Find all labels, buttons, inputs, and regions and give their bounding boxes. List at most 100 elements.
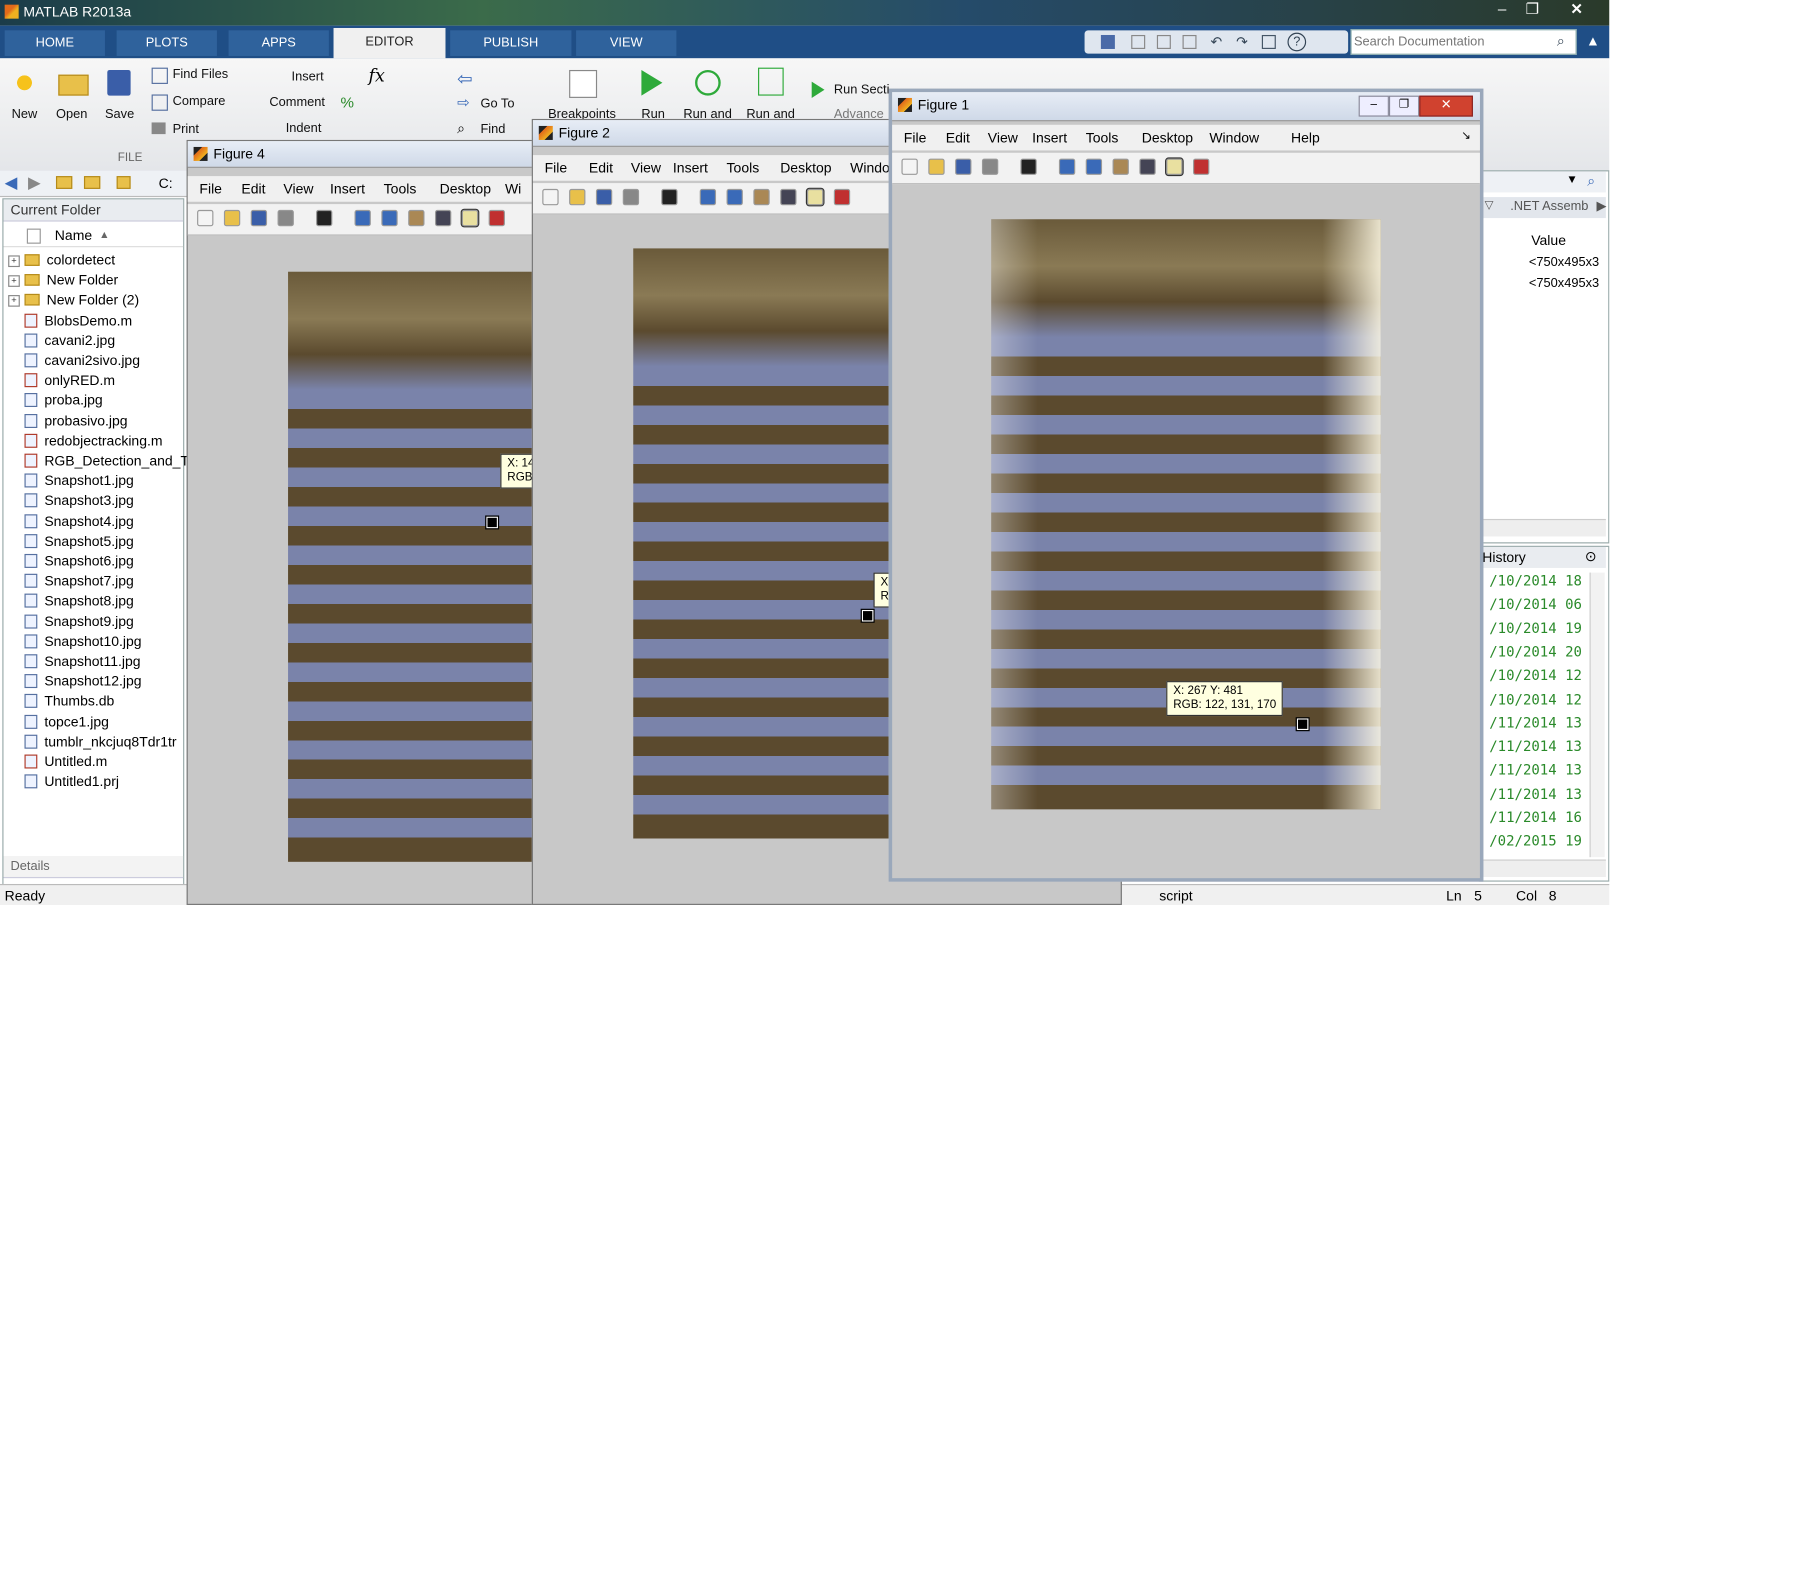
open-file-icon[interactable] [223,209,241,227]
menu-wi[interactable]: Wi [505,181,521,197]
open-button[interactable]: Open [56,107,87,121]
history-entry[interactable]: /11/2014 13 [1489,715,1582,731]
file-list-item[interactable]: cavani2.jpg [24,331,115,351]
back-arrow-icon[interactable]: ⇦ [457,68,473,91]
menu-window[interactable]: Window [1209,129,1259,145]
find-files-button[interactable]: Find Files [173,68,229,82]
print-figure-icon[interactable] [622,188,640,206]
history-entry[interactable]: /10/2014 06 [1489,596,1582,612]
file-list-item[interactable]: + New Folder (2) [8,291,139,311]
column-checkbox[interactable] [26,228,41,244]
file-list-item[interactable]: Thumbs.db [24,692,114,712]
file-list-item[interactable]: Untitled1.prj [24,772,119,792]
pointer-icon[interactable] [661,188,678,206]
run-and-time-icon[interactable] [758,67,784,96]
data-cursor-marker[interactable] [485,515,500,530]
expand-icon[interactable]: ▽ [1485,199,1494,212]
net-arrow-icon[interactable]: ▶ [1597,198,1607,213]
history-hscrollbar[interactable] [1479,859,1606,877]
file-list-item[interactable]: onlyRED.m [24,371,115,391]
figure-maximize-button[interactable]: ❐ [1388,95,1420,117]
undock-icon[interactable]: ↘ [1461,129,1471,142]
file-list-item[interactable]: RGB_Detection_and_T [24,451,189,471]
menu-file[interactable]: File [545,160,568,176]
print-figure-icon[interactable] [981,158,999,175]
path-text[interactable]: C: [159,175,173,191]
open-folder-icon[interactable] [58,74,89,96]
file-list-item[interactable]: Snapshot1.jpg [24,471,134,491]
history-entry[interactable]: /11/2014 13 [1489,738,1582,754]
data-cursor-icon[interactable] [1165,157,1184,177]
history-entry[interactable]: /10/2014 20 [1489,644,1582,660]
column-header[interactable]: Name ▲ [3,225,184,248]
new-figure-icon[interactable] [197,209,214,227]
figure-4-image[interactable]: X: 141 Y: 172RGB: 126, 132, 166 [288,271,538,862]
menu-help[interactable]: Help [1291,129,1320,145]
breakpoints-icon[interactable] [569,69,598,98]
menu-desktop[interactable]: Desktop [780,160,831,176]
pan-icon[interactable] [408,209,425,227]
tab-publish[interactable]: PUBLISH [450,30,572,56]
workspace-value-2[interactable]: <750x495x3 [1529,276,1599,290]
menu-insert[interactable]: Insert [673,160,708,176]
data-cursor-marker[interactable] [1295,717,1310,732]
search-input[interactable] [1353,32,1548,51]
paste-icon[interactable] [1182,34,1197,49]
tab-apps[interactable]: APPS [228,30,329,56]
expand-folder-icon[interactable]: + [8,255,20,268]
history-entry[interactable]: /02/2015 19 [1489,833,1582,849]
tab-view[interactable]: VIEW [576,30,677,56]
file-list-item[interactable]: BlobsDemo.m [24,311,132,331]
history-entry[interactable]: /11/2014 13 [1489,762,1582,778]
close-button[interactable]: ✕ [1563,0,1591,21]
browse-folder-icon[interactable] [83,176,101,189]
file-list-item[interactable]: redobjectracking.m [24,431,163,451]
zoom-in-icon[interactable] [354,209,371,227]
save-icon[interactable] [1100,34,1115,49]
search-documentation-field[interactable]: ⌕ [1350,29,1577,55]
data-cursor-icon[interactable] [805,187,825,207]
history-entry[interactable]: /10/2014 19 [1489,620,1582,636]
menu-view[interactable]: View [631,160,661,176]
file-list-item[interactable]: + colordetect [8,251,115,271]
compare-button[interactable]: Compare [173,94,226,108]
redo-icon[interactable]: ↷ [1236,34,1248,50]
menu-insert[interactable]: Insert [330,181,365,197]
menu-tools[interactable]: Tools [727,160,760,176]
figure-4-window[interactable]: Figure 4 File Edit View Insert Tools Desktop W… [186,139,538,905]
file-list-item[interactable]: Snapshot11.jpg [24,652,141,672]
brush-icon[interactable] [1193,158,1210,175]
brush-icon[interactable] [488,209,505,227]
pointer-icon[interactable] [1020,158,1037,175]
tab-editor[interactable]: EDITOR [333,27,446,59]
find-button[interactable]: Find [480,122,505,136]
history-entry[interactable]: /10/2014 12 [1489,667,1582,683]
file-list-item[interactable]: topce1.jpg [24,712,109,732]
file-list-item[interactable]: cavani2sivo.jpg [24,351,140,371]
tab-home[interactable]: HOME [4,30,105,56]
brush-icon[interactable] [833,188,851,206]
save-figure-icon[interactable] [250,209,268,227]
data-tip[interactable]: X: 267 Y: 481 RGB: 122, 131, 170 [1166,681,1284,717]
menu-tools[interactable]: Tools [1086,129,1119,145]
file-list-item[interactable]: Snapshot8.jpg [24,592,134,612]
menu-windo[interactable]: Windo [850,160,890,176]
workspace-value-1[interactable]: <750x495x3 [1529,255,1599,269]
zoom-out-icon[interactable] [1085,158,1103,175]
file-list-item[interactable]: + New Folder [8,271,118,291]
figure-close-button[interactable]: ✕ [1419,95,1473,117]
file-list-item[interactable]: Untitled.m [24,752,107,772]
net-assembly-tab[interactable]: ▽ .NET Assemb ▶ [1479,197,1607,219]
expand-folder-icon[interactable]: + [8,295,20,308]
maximize-button[interactable]: ❐ [1518,0,1546,21]
workspace-search-icon[interactable]: ⌕ [1587,173,1595,190]
value-column-header[interactable]: Value [1531,232,1566,248]
indent-button[interactable]: Indent [286,121,322,135]
forward-icon[interactable]: ▶ [28,173,41,193]
tab-plots[interactable]: PLOTS [116,30,217,56]
menu-tools[interactable]: Tools [384,181,417,197]
run-icon[interactable] [641,69,663,96]
open-file-icon[interactable] [569,188,586,206]
file-list-item[interactable]: probasivo.jpg [24,411,128,431]
dropdown-arrow-icon[interactable]: ▼ [1566,174,1578,187]
